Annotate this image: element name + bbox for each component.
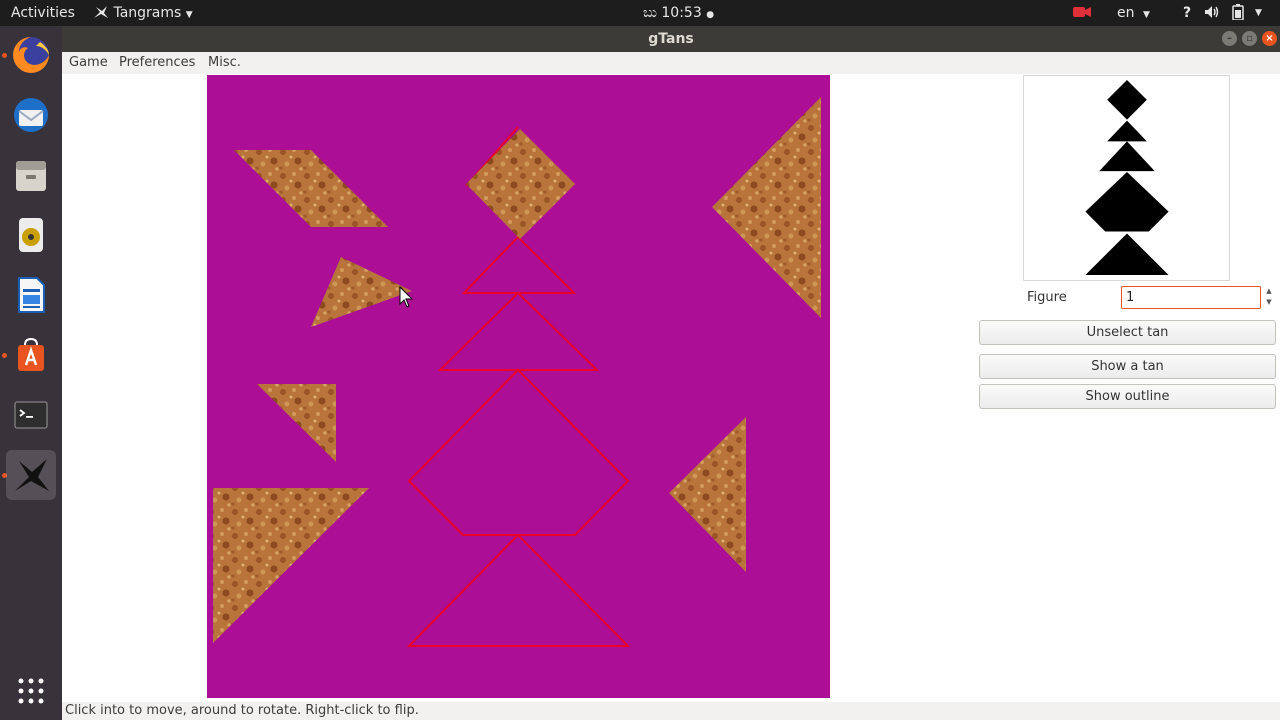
preview-large-triangle: [1085, 233, 1169, 276]
language-selector[interactable]: en ▼: [1117, 0, 1150, 26]
preview-hexagon: [1085, 172, 1169, 232]
close-icon[interactable]: ×: [1262, 31, 1277, 46]
maximize-icon[interactable]: ▫: [1242, 31, 1257, 46]
firefox-icon[interactable]: [6, 30, 56, 80]
top-bar: Activities Tangrams ▼ ಬು 10:53 ● en ▼ ? …: [0, 0, 1280, 26]
activities-button[interactable]: Activities: [11, 0, 75, 26]
chevron-down-icon: ▼: [1142, 10, 1150, 20]
system-menu-chevron-icon[interactable]: ▼: [1255, 0, 1262, 26]
software-icon[interactable]: [6, 330, 56, 380]
chevron-down-icon: ▼: [185, 10, 193, 20]
spin-up-icon[interactable]: ▲: [1262, 286, 1276, 297]
app-menu[interactable]: Tangrams ▼: [93, 0, 193, 26]
content-area: Figure ▲ ▼ Unselect tan Show a tan Show …: [62, 74, 1280, 702]
app-menu-label: Tangrams: [113, 5, 182, 21]
dock: [0, 26, 62, 720]
volume-icon[interactable]: [1204, 0, 1220, 26]
figure-spinner[interactable]: ▲ ▼: [1262, 286, 1276, 309]
screen-recording-icon[interactable]: [1073, 0, 1091, 26]
clock[interactable]: ಬು 10:53 ●: [643, 0, 714, 26]
window-title: gTans: [648, 31, 694, 47]
help-icon[interactable]: ?: [1183, 0, 1191, 26]
show-tan-button[interactable]: Show a tan: [979, 354, 1276, 379]
language-label: en: [1117, 5, 1135, 21]
preview-medium-triangle: [1099, 141, 1155, 172]
menu-game[interactable]: Game: [69, 55, 108, 70]
clock-label: ಬು 10:53: [643, 5, 702, 21]
tangrams-app-icon: [94, 6, 108, 18]
preview-small-triangle: [1107, 120, 1147, 142]
menu-preferences[interactable]: Preferences: [119, 55, 195, 70]
minimize-icon[interactable]: –: [1222, 31, 1237, 46]
writer-icon[interactable]: [6, 270, 56, 320]
status-bar: Click into to move, around to rotate. Ri…: [62, 702, 1280, 720]
figure-label: Figure: [1027, 290, 1067, 305]
figure-preview: [1023, 75, 1230, 281]
notification-dot-icon: ●: [706, 10, 715, 20]
files-icon[interactable]: [6, 150, 56, 200]
battery-icon[interactable]: [1232, 0, 1244, 26]
gtans-window: gTans – ▫ × Game Preferences Misc. Figur…: [62, 26, 1280, 720]
menu-misc[interactable]: Misc.: [208, 55, 241, 70]
thunderbird-icon[interactable]: [6, 90, 56, 140]
menu-bar: Game Preferences Misc.: [62, 52, 1280, 74]
rhythmbox-icon[interactable]: [6, 210, 56, 260]
spin-down-icon[interactable]: ▼: [1262, 297, 1276, 308]
tangram-board[interactable]: [207, 75, 830, 698]
unselect-tan-button[interactable]: Unselect tan: [979, 320, 1276, 345]
status-text: Click into to move, around to rotate. Ri…: [65, 703, 419, 718]
window-titlebar[interactable]: gTans – ▫ ×: [62, 26, 1280, 52]
figure-number-input[interactable]: [1121, 286, 1261, 309]
app-grid-icon[interactable]: [6, 666, 56, 716]
preview-diamond: [1107, 79, 1147, 120]
tangrams-icon[interactable]: [6, 450, 56, 500]
show-outline-button[interactable]: Show outline: [979, 384, 1276, 409]
terminal-icon[interactable]: [6, 390, 56, 440]
